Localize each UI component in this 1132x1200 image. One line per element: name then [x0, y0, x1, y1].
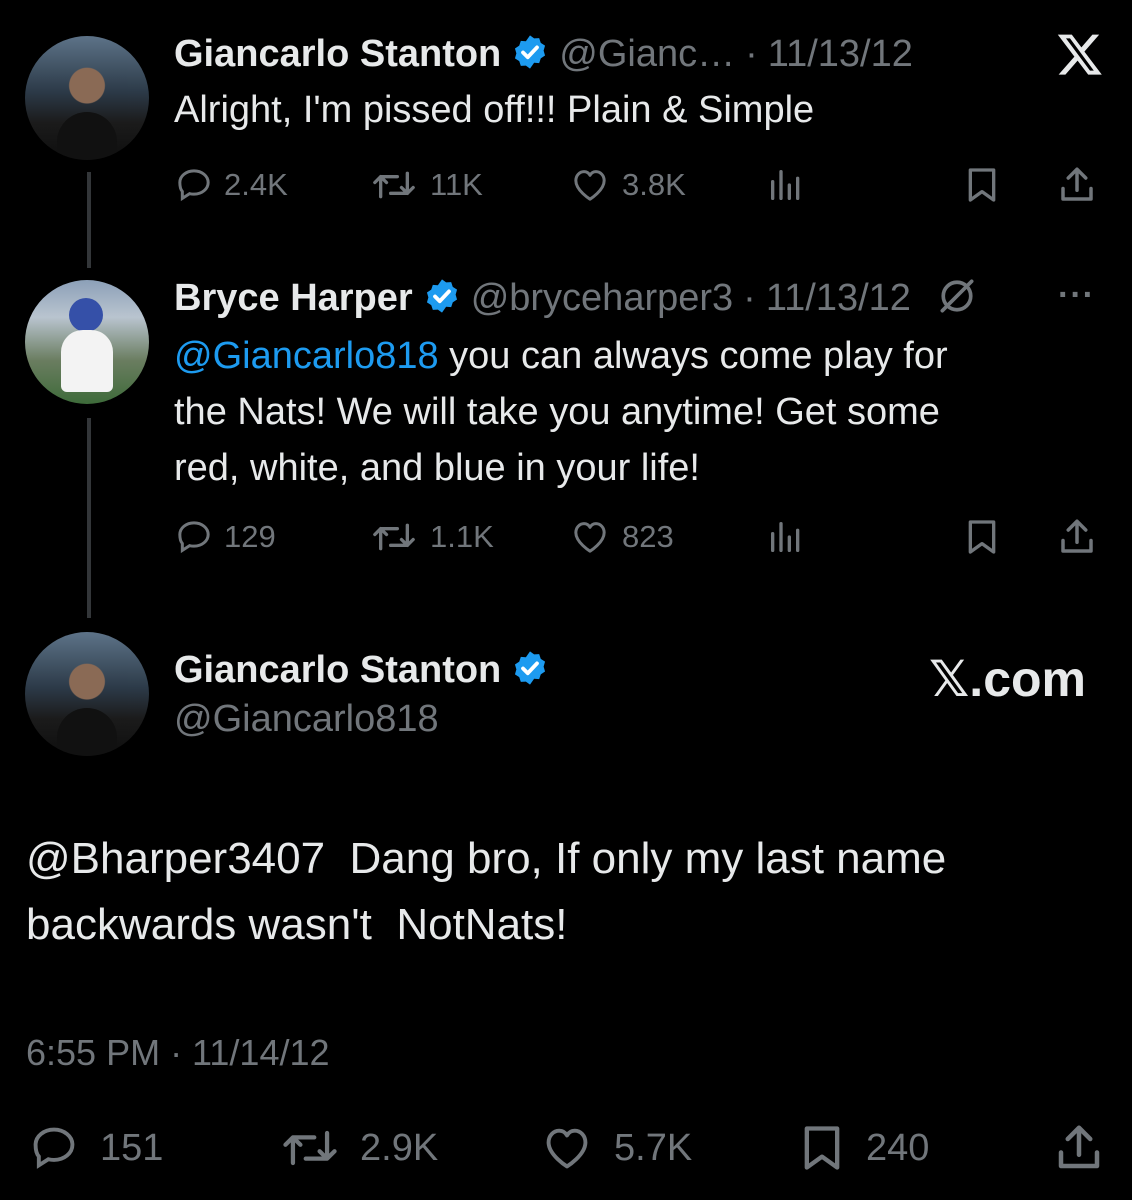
- tweet-text-line: the Nats! We will take you anytime! Get …: [174, 391, 940, 433]
- avatar[interactable]: [25, 280, 149, 404]
- author-handle[interactable]: @Gianc…: [559, 33, 735, 76]
- analytics-icon: [771, 170, 800, 200]
- mention-link[interactable]: @Giancarlo818: [174, 335, 439, 377]
- share-icon: [1058, 1125, 1100, 1169]
- reply-icon: [178, 169, 210, 202]
- author-handle[interactable]: @bryceharper3: [471, 277, 733, 320]
- tweet-text-line: you can always come play for: [438, 335, 948, 377]
- bookmark-button[interactable]: 240: [796, 1122, 929, 1174]
- like-count: 823: [622, 519, 674, 554]
- share-button[interactable]: [1056, 516, 1098, 558]
- tweet-header: Giancarlo Stanton: [174, 646, 549, 694]
- reply-count: 151: [100, 1126, 164, 1169]
- retweet-button[interactable]: 2.9K: [278, 1122, 438, 1174]
- heart-icon: [574, 522, 606, 553]
- reply-button[interactable]: 151: [26, 1122, 163, 1174]
- analytics-icon: [771, 522, 800, 552]
- verified-badge-icon: [511, 33, 549, 76]
- bookmark-icon: [804, 1126, 840, 1170]
- tweet-text: @Bharper3407 Dang bro, If only my last n…: [26, 826, 946, 958]
- retweet-icon: [283, 1130, 337, 1166]
- tweet-date[interactable]: 11/13/12: [768, 33, 913, 76]
- x-logo-icon[interactable]: [1056, 30, 1104, 83]
- retweet-count: 1.1K: [430, 519, 494, 554]
- verified-badge-icon: [511, 649, 549, 692]
- like-button[interactable]: 5.7K: [538, 1122, 692, 1174]
- tweet-timestamp[interactable]: 6:55 PM · 11/14/12: [26, 1032, 330, 1074]
- bookmark-button[interactable]: [962, 516, 1002, 558]
- retweet-icon: [373, 171, 415, 199]
- thread-line: [87, 172, 91, 268]
- reply-count: 129: [224, 519, 276, 554]
- avatar[interactable]: [25, 36, 149, 160]
- share-icon: [1061, 167, 1093, 201]
- views-button[interactable]: [764, 164, 808, 206]
- bookmark-icon: [968, 520, 996, 554]
- author-name[interactable]: Giancarlo Stanton: [174, 33, 501, 76]
- like-button[interactable]: 823: [568, 516, 674, 558]
- thread-line: [87, 418, 91, 618]
- retweet-count: 2.9K: [360, 1126, 439, 1169]
- tweet-text-line: @Bharper3407 Dang bro, If only my last n…: [26, 834, 947, 883]
- like-count: 3.8K: [622, 167, 686, 202]
- retweet-button[interactable]: 11K: [368, 164, 483, 206]
- heart-icon: [546, 1128, 588, 1169]
- reply-icon: [33, 1127, 75, 1169]
- tweet-text-line: red, white, and blue in your life!: [174, 447, 700, 489]
- heart-icon: [574, 170, 606, 201]
- separator-dot: ·: [743, 276, 756, 319]
- like-button[interactable]: 3.8K: [568, 164, 686, 206]
- reply-count: 2.4K: [224, 167, 288, 202]
- share-button[interactable]: [1056, 164, 1098, 206]
- separator-dot: ·: [745, 32, 758, 75]
- reply-button[interactable]: 2.4K: [174, 164, 288, 206]
- grok-slash-icon[interactable]: [935, 274, 979, 323]
- site-label: 𝕏.com: [929, 651, 1086, 707]
- retweet-count: 11K: [430, 167, 483, 202]
- author-name[interactable]: Bryce Harper: [174, 277, 413, 320]
- bookmark-count: 240: [866, 1126, 930, 1169]
- avatar[interactable]: [25, 632, 149, 756]
- author-handle[interactable]: @Giancarlo818: [174, 698, 439, 741]
- bookmark-button[interactable]: [962, 164, 1002, 206]
- views-button[interactable]: [764, 516, 808, 558]
- verified-badge-icon: [423, 277, 461, 320]
- more-options-button[interactable]: ···: [1058, 276, 1095, 315]
- tweet-header: Giancarlo Stanton @Gianc… · 11/13/12: [174, 30, 913, 78]
- tweet-date[interactable]: 11/13/12: [766, 277, 911, 320]
- retweet-icon: [373, 523, 415, 551]
- reply-button[interactable]: 129: [174, 516, 276, 558]
- bookmark-icon: [968, 168, 996, 202]
- retweet-button[interactable]: 1.1K: [368, 516, 494, 558]
- author-name[interactable]: Giancarlo Stanton: [174, 649, 501, 692]
- reply-icon: [178, 521, 210, 554]
- share-icon: [1061, 519, 1093, 553]
- share-button[interactable]: [1052, 1122, 1106, 1174]
- tweet-header: Bryce Harper @bryceharper3 · 11/13/12: [174, 274, 979, 322]
- tweet-text: Alright, I'm pissed off!!! Plain & Simpl…: [174, 89, 815, 131]
- tweet-text: @Giancarlo818 you can always come play f…: [174, 328, 1114, 496]
- like-count: 5.7K: [614, 1126, 693, 1169]
- tweet-text-line: backwards wasn't NotNats!: [26, 900, 568, 949]
